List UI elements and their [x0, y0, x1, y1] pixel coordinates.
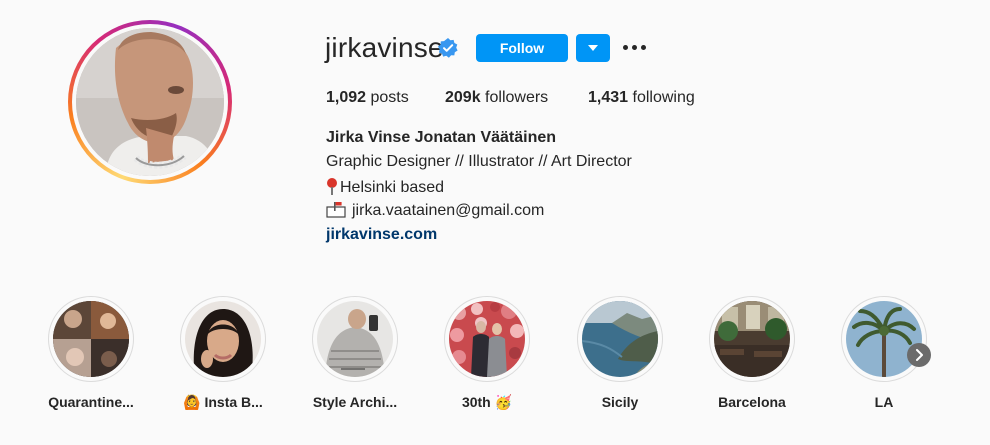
following-count-label: following: [632, 89, 695, 106]
posts-count: 1,092 posts: [326, 89, 409, 107]
highlight-ring: [577, 296, 663, 382]
verified-badge-icon: [438, 38, 458, 58]
highlights-next-button[interactable]: [907, 343, 931, 367]
highlight-ring: [709, 296, 795, 382]
bio-email-text: jirka.vaatainen@gmail.com: [352, 202, 545, 219]
highlight-cover: [846, 301, 922, 377]
bio-location-line: Helsinki based: [326, 177, 444, 197]
highlight-cover: [185, 301, 261, 377]
more-options-button[interactable]: [622, 38, 648, 58]
mailbox-icon: [326, 202, 346, 218]
highlight-cover: [317, 301, 393, 377]
highlight-cover: [714, 301, 790, 377]
profile-website-link[interactable]: jirkavinse.com: [326, 226, 437, 244]
highlight-label: 30th 🥳: [461, 394, 513, 410]
followers-link[interactable]: 209k followers: [445, 89, 548, 107]
bio-email-line: jirka.vaatainen@gmail.com: [326, 201, 544, 220]
highlight-label: Style Archi...: [312, 394, 398, 410]
highlight-cover: [582, 301, 658, 377]
round-pushpin-icon: [326, 177, 338, 195]
followers-count-label: followers: [485, 89, 549, 106]
following-count-value: 1,431: [588, 89, 629, 106]
bio-line: Graphic Designer // Illustrator // Art D…: [326, 153, 632, 170]
following-link[interactable]: 1,431 following: [588, 89, 695, 107]
profile-full-name: Jirka Vinse Jonatan Väätäinen: [326, 129, 557, 146]
more-options-icon: [623, 45, 628, 50]
highlight-label: Sicily: [601, 394, 639, 410]
highlight-ring: [841, 296, 927, 382]
highlight-ring: [444, 296, 530, 382]
highlight-ring: [180, 296, 266, 382]
suggestions-dropdown-button[interactable]: [576, 34, 610, 62]
avatar-photo: [76, 28, 224, 176]
bio-location-text: Helsinki based: [340, 179, 445, 196]
posts-count-value: 1,092: [326, 89, 367, 106]
profile-username: jirkavinse: [325, 32, 444, 63]
highlight-label: 🙆 Insta B...: [183, 394, 263, 410]
posts-count-label: posts: [370, 89, 409, 106]
highlight-label: Barcelona: [718, 394, 786, 410]
highlight-cover: [53, 301, 129, 377]
followers-count-value: 209k: [445, 89, 481, 106]
chevron-down-icon: [588, 45, 598, 51]
highlight-label: LA: [874, 394, 894, 410]
follow-button[interactable]: Follow: [476, 34, 568, 62]
chevron-right-icon: [916, 349, 923, 361]
avatar[interactable]: [76, 28, 224, 176]
highlight-cover: [449, 301, 525, 377]
highlight-ring: [312, 296, 398, 382]
profile-avatar-ring[interactable]: [68, 20, 232, 184]
highlight-ring: [48, 296, 134, 382]
highlight-label: Quarantine...: [48, 394, 134, 410]
